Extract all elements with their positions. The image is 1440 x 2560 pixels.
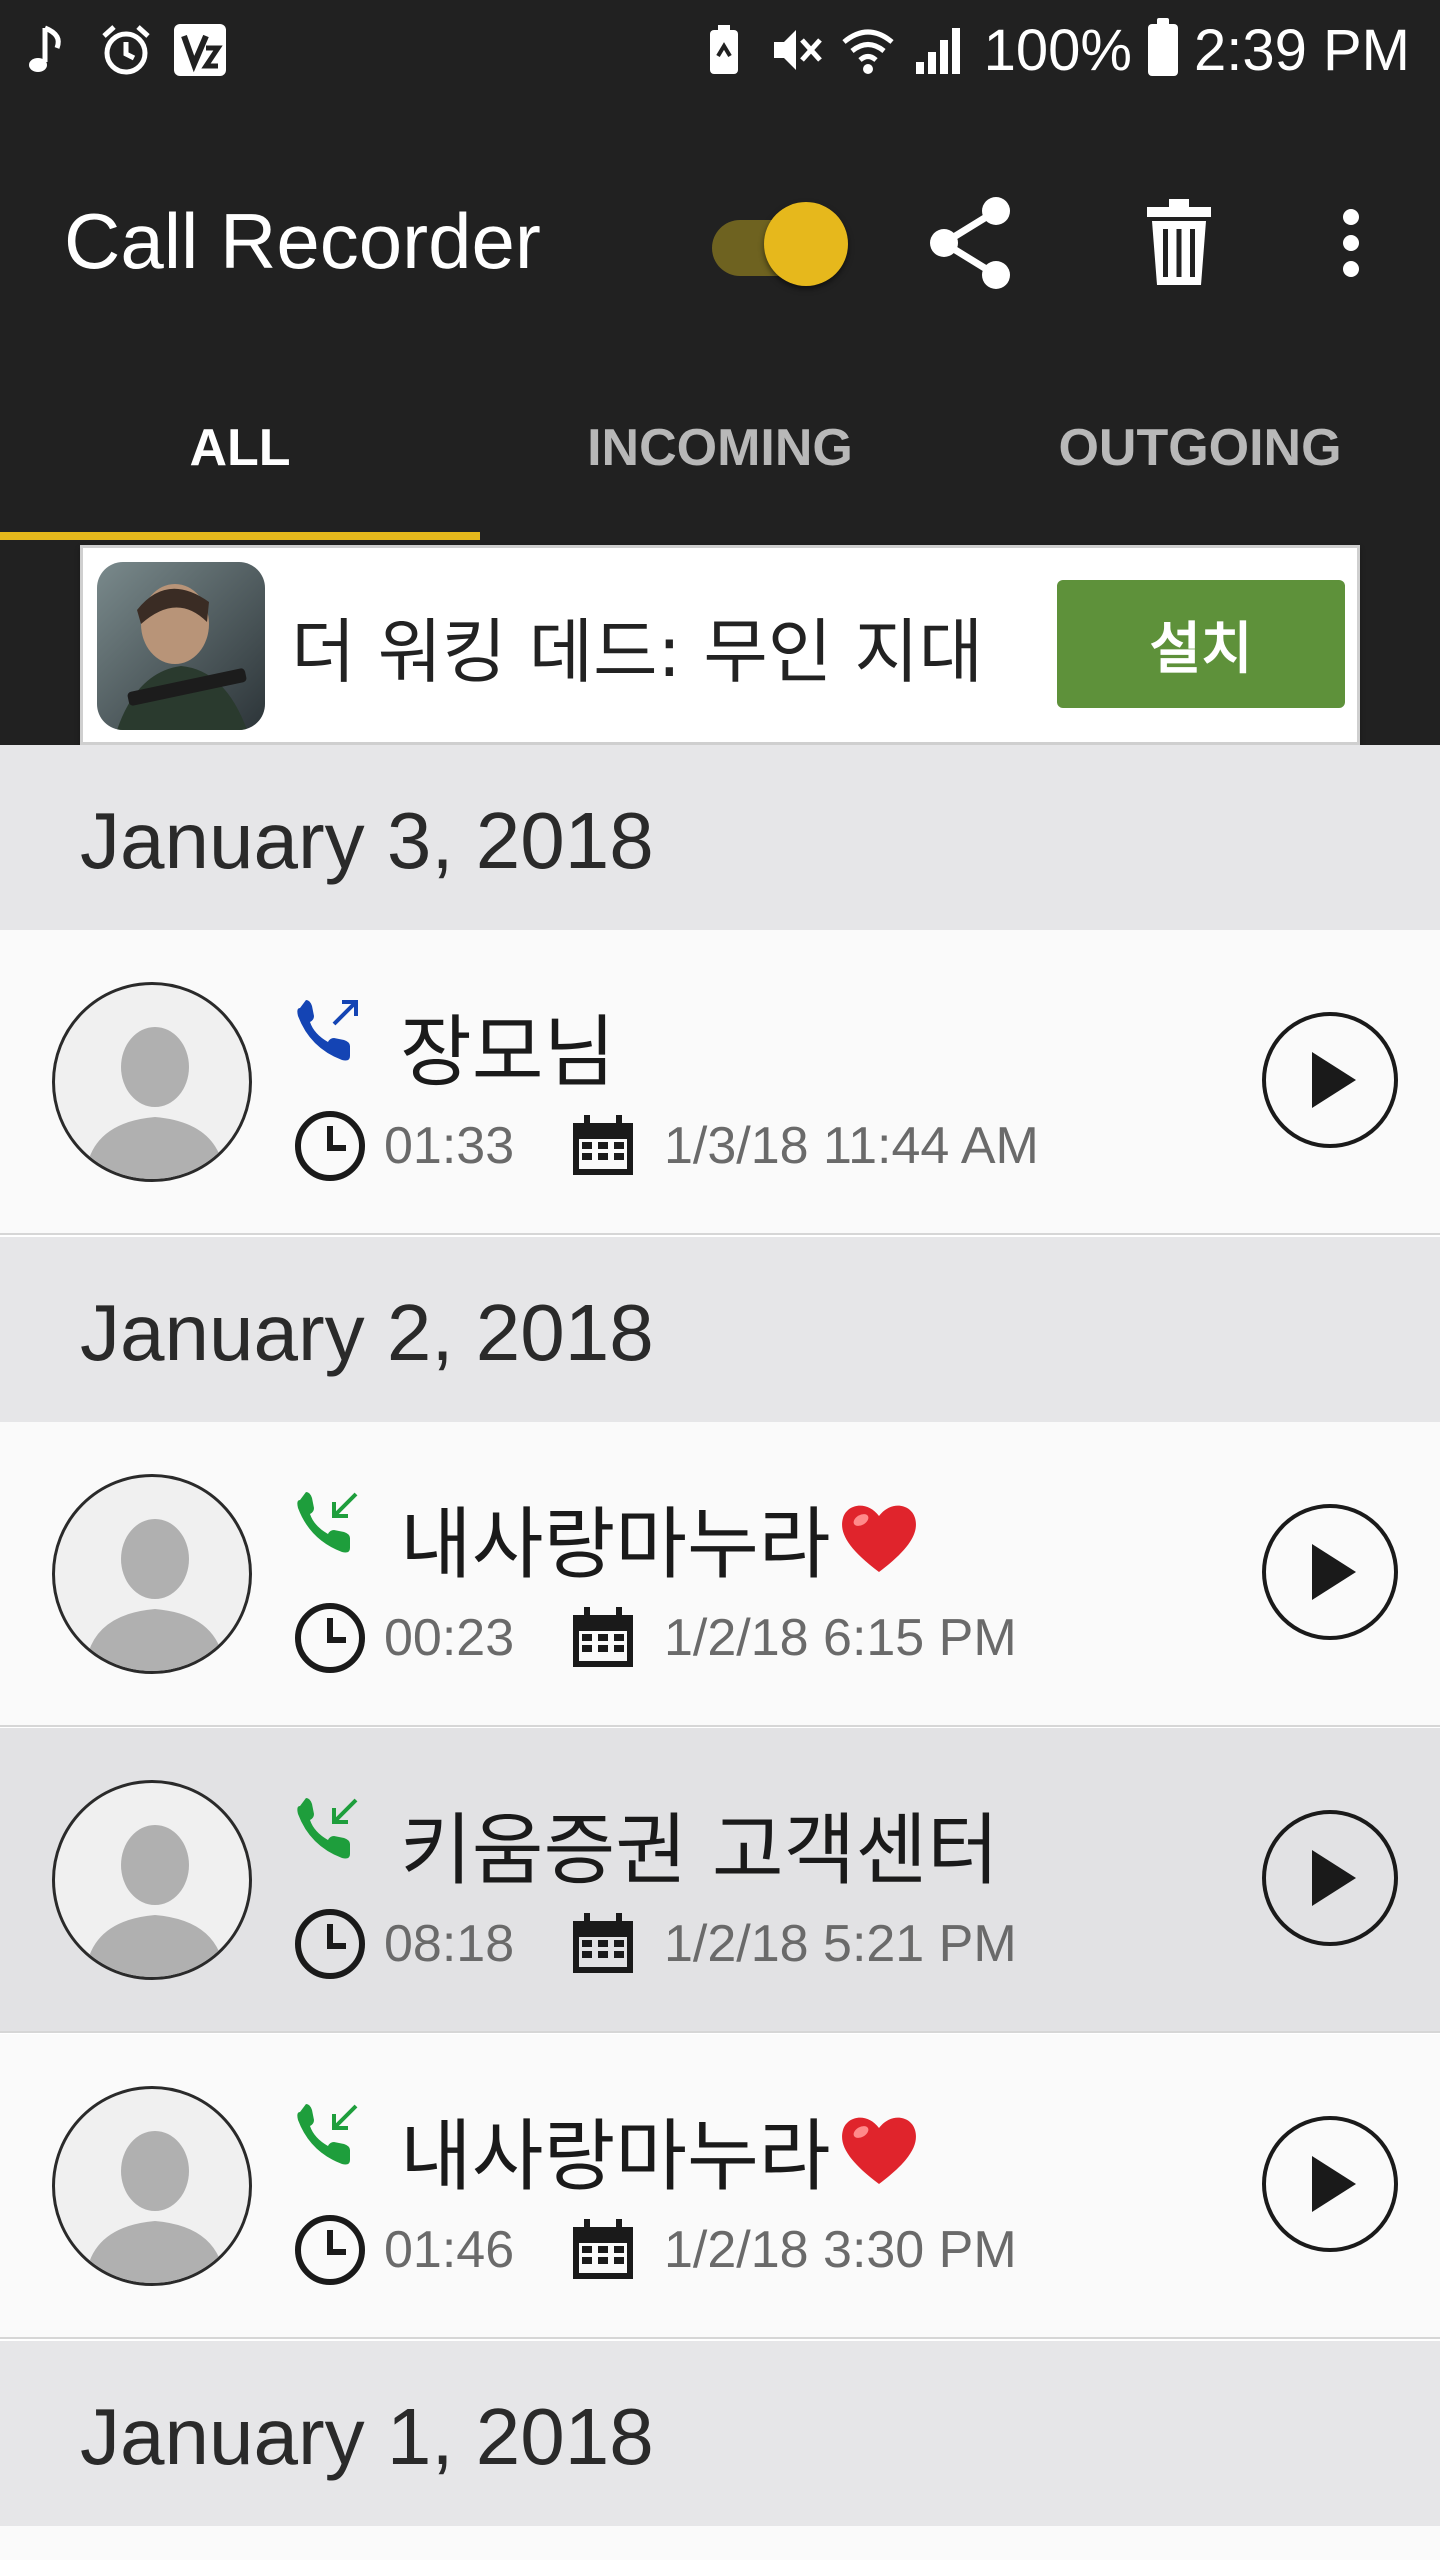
calendar-icon [573,2219,633,2279]
v3-app-icon [172,22,228,78]
call-meta: 01:33 1/3/18 11:44 AM [292,1106,1039,1186]
tab-bar: ALL INCOMING OUTGOING [0,380,1440,545]
call-meta: 08:18 1/2/18 5:21 PM [292,1904,1017,1984]
call-row[interactable]: 내사랑마누라 00:23 1/2/18 6:15 PM [0,1422,1440,1727]
call-meta: 01:46 1/2/18 3:30 PM [292,2210,1017,2290]
battery-saver-icon [696,22,752,78]
play-button[interactable] [1262,1504,1398,1640]
person-placeholder-icon [85,1027,225,1179]
share-icon [930,197,1010,289]
call-duration: 01:46 [384,2221,515,2279]
date-label: January 1, 2018 [80,2392,654,2481]
ad-title: 더 워킹 데드: 무인 지대 [291,611,984,693]
contact-name: 장모님 [400,990,615,1102]
person-placeholder-icon [85,2131,225,2283]
ad-install-button[interactable]: 설치 [1057,580,1345,708]
contact-name-text: 장모님 [400,1008,616,1098]
music-note-icon [24,22,80,78]
contact-name: 내사랑마누라 [400,2094,921,2206]
active-tab-indicator [0,532,480,540]
ad-banner[interactable]: 더 워킹 데드: 무인 지대 설치 [80,545,1360,745]
battery-icon [1148,18,1178,76]
share-button[interactable] [916,188,1026,298]
date-label: January 2, 2018 [80,1288,654,1377]
heart-icon [841,2117,916,2184]
call-row[interactable]: 내사랑마누라 01:46 1/2/18 3:30 PM [0,2034,1440,2339]
avatar [52,1474,252,1674]
play-icon [1312,1544,1356,1600]
call-meta: 00:23 1/2/18 6:15 PM [292,1598,1017,1678]
call-row[interactable]: 장모님 01:33 1/3/18 11:44 AM [0,930,1440,1235]
person-placeholder-icon [85,1519,225,1671]
app-toolbar: Call Recorder [0,100,1440,380]
date-header: January 1, 2018 [0,2341,1440,2526]
incoming-call-icon [297,1492,358,1553]
call-duration: 01:33 [384,1117,515,1175]
contact-name-text: 키움증권 고객센터 [400,1806,999,1896]
call-datetime: 1/2/18 6:15 PM [664,1609,1017,1667]
date-header: January 3, 2018 [0,745,1440,930]
trash-icon [1147,199,1211,285]
ad-app-icon[interactable] [97,562,265,730]
ad-install-label: 설치 [1149,616,1253,682]
mute-icon [768,22,824,78]
clock-icon [295,2215,365,2285]
avatar [52,1780,252,1980]
person-placeholder-icon [85,1825,225,1977]
status-bar-left [24,18,228,82]
avatar [52,982,252,1182]
contact-name-text: 내사랑마누라 [400,1500,831,1590]
clock-icon [295,1603,365,1673]
contact-name-text: 내사랑마누라 [400,2112,831,2202]
play-icon [1312,1850,1356,1906]
recording-toggle[interactable] [712,198,848,286]
more-options-button[interactable] [1296,188,1406,298]
tab-outgoing-label: OUTGOING [1058,419,1342,477]
date-header: January 2, 2018 [0,1237,1440,1422]
call-datetime: 1/2/18 5:21 PM [664,1915,1017,1973]
call-duration: 00:23 [384,1609,515,1667]
contact-name: 내사랑마누라 [400,1482,921,1594]
call-row[interactable]: 키움증권 고객센터 08:18 1/2/18 5:21 PM [0,1728,1440,2033]
call-row-partial[interactable] [0,2526,1440,2560]
heart-icon [841,1505,916,1572]
battery-percent: 100% [983,17,1132,83]
tab-incoming-label: INCOMING [587,419,853,477]
incoming-call-icon [297,1798,358,1859]
delete-button[interactable] [1124,188,1234,298]
signal-icon [912,22,968,78]
play-button[interactable] [1262,2116,1398,2252]
tab-all-label: ALL [189,419,291,477]
contact-name: 키움증권 고객센터 [400,1788,999,1900]
toggle-thumb [764,202,848,286]
tab-outgoing[interactable]: OUTGOING [960,380,1440,545]
call-datetime: 1/3/18 11:44 AM [664,1117,1039,1175]
calendar-icon [573,1115,633,1175]
status-bar-right: 100% 2:39 PM [696,17,1410,83]
clock-icon [295,1111,365,1181]
calendar-icon [573,1913,633,1973]
calendar-icon [573,1607,633,1667]
incoming-call-icon [297,2104,358,2165]
play-button[interactable] [1262,1012,1398,1148]
clock-time: 2:39 PM [1194,17,1410,83]
status-bar: 100% 2:39 PM [0,0,1440,100]
more-vert-icon [1343,209,1359,277]
call-datetime: 1/2/18 3:30 PM [664,2221,1017,2279]
play-icon [1312,1052,1356,1108]
outgoing-call-icon [297,1000,358,1061]
tab-all[interactable]: ALL [0,380,480,545]
avatar [52,2086,252,2286]
app-title: Call Recorder [64,197,541,285]
play-button[interactable] [1262,1810,1398,1946]
call-duration: 08:18 [384,1915,515,1973]
alarm-clock-icon [98,22,154,78]
wifi-icon [840,22,896,78]
clock-icon [295,1909,365,1979]
tab-incoming[interactable]: INCOMING [480,380,960,545]
play-icon [1312,2156,1356,2212]
date-label: January 3, 2018 [80,796,654,885]
